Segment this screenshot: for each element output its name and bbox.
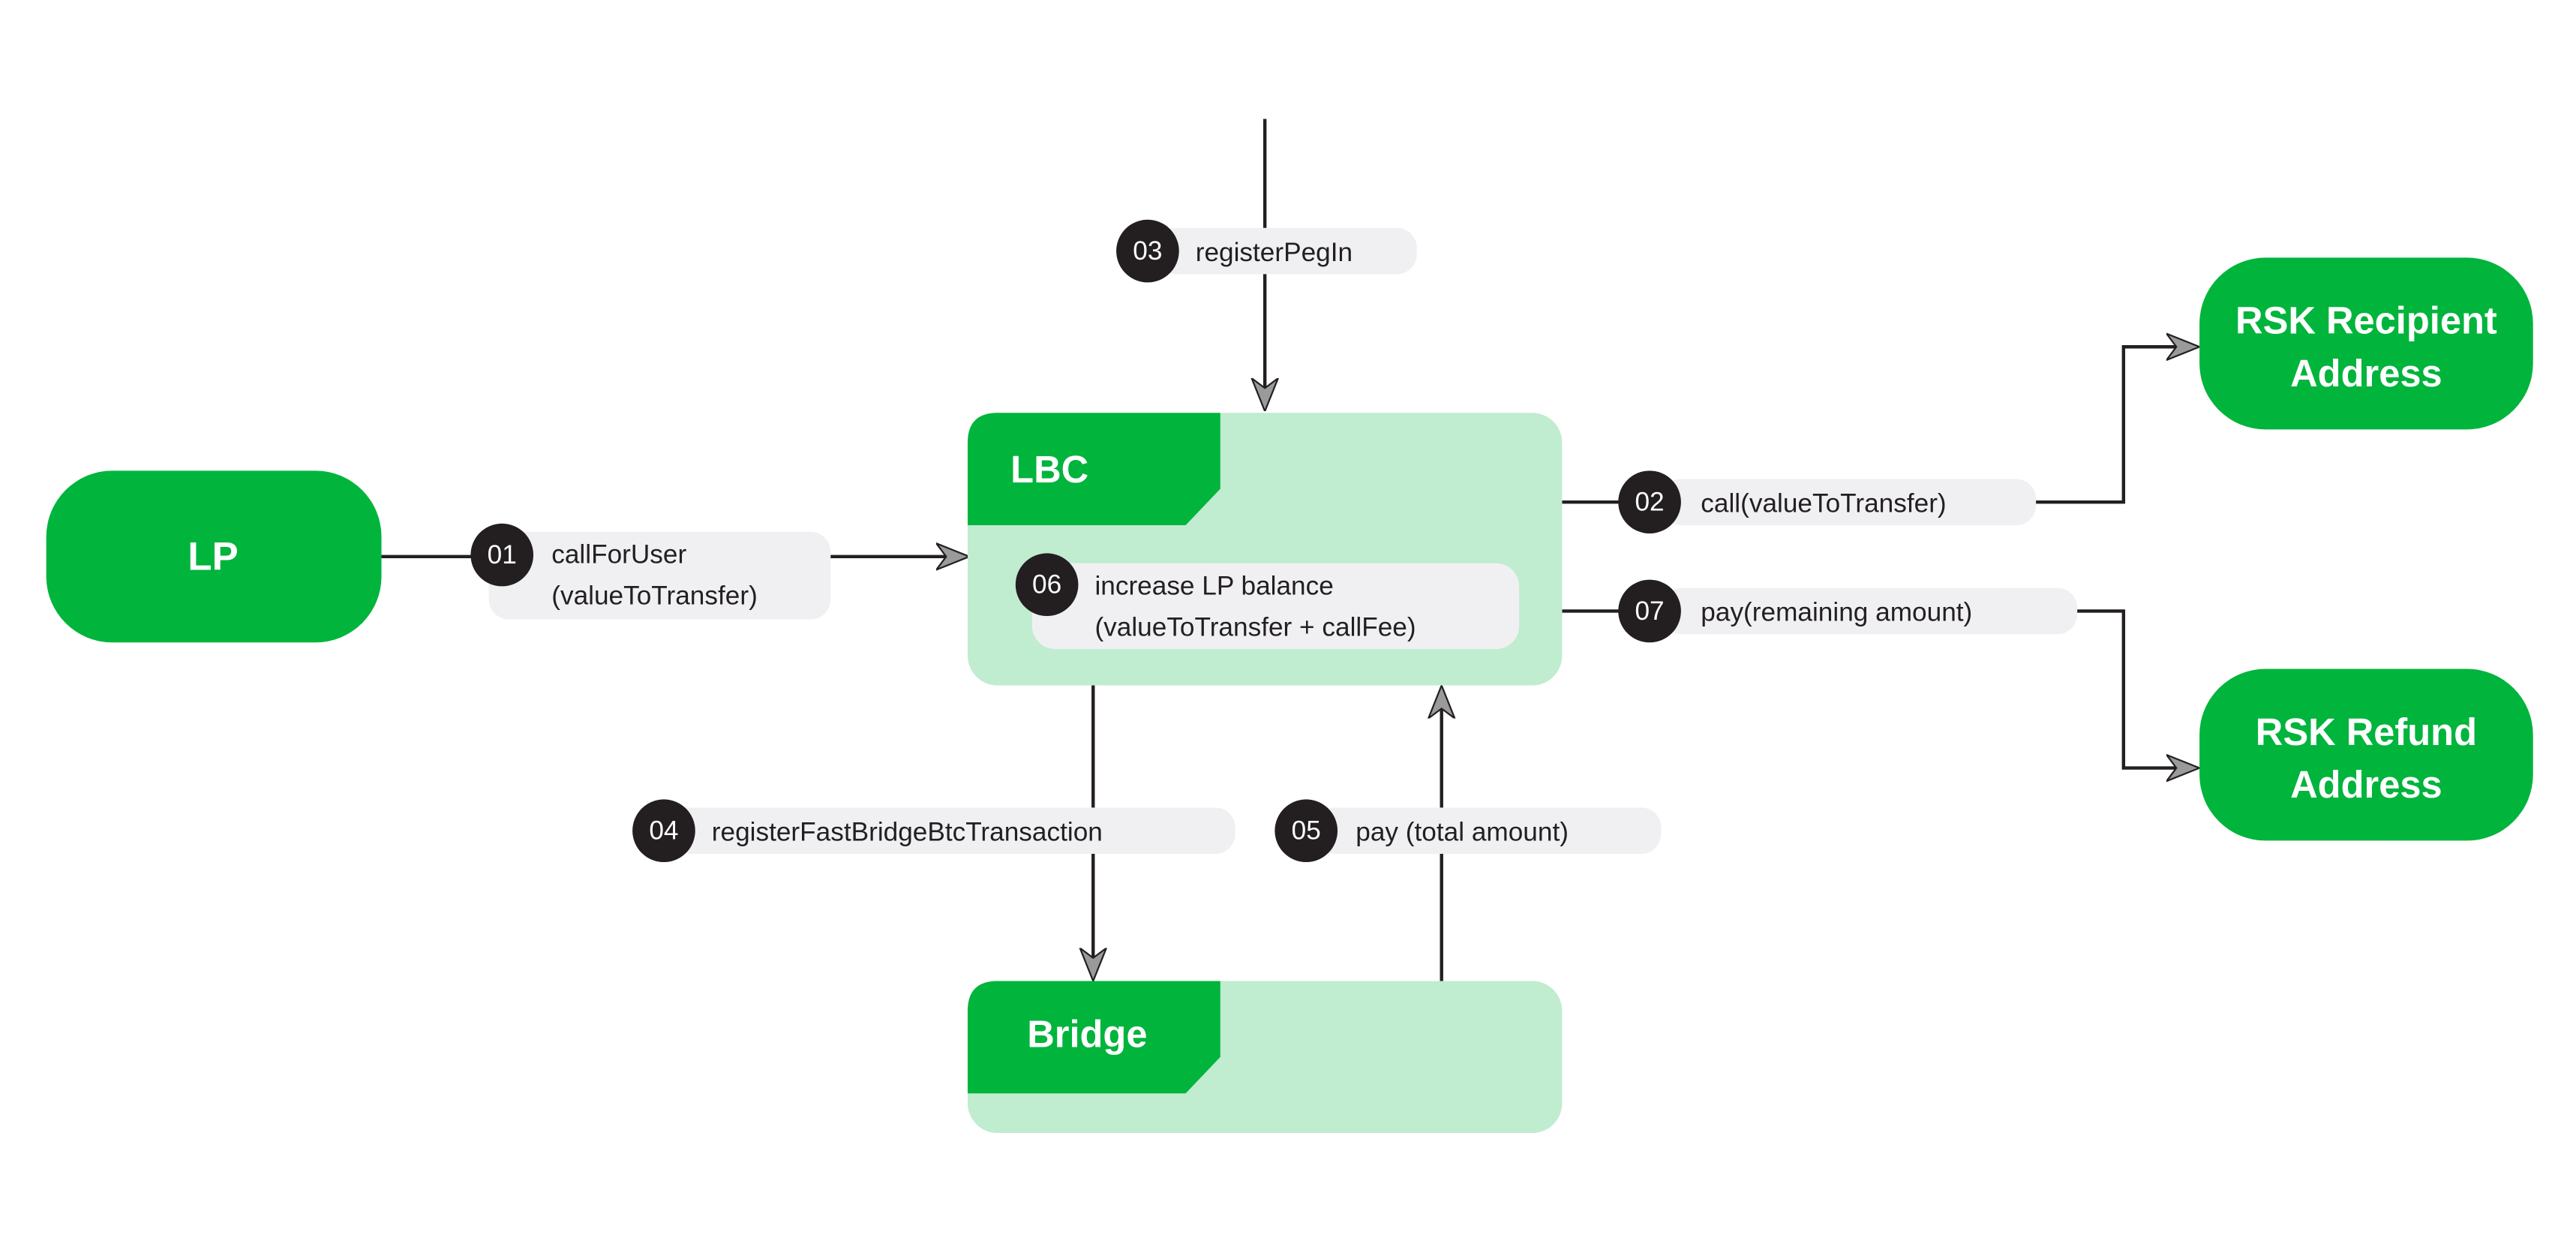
- node-lp-label: LP: [188, 534, 239, 578]
- step-07-label: 07 pay(remaining amount): [1618, 579, 2078, 643]
- step-05-label: 05 pay (total amount): [1274, 799, 1662, 863]
- rsk-recipient-line2: Address: [2290, 352, 2442, 395]
- node-rsk-recipient: RSK Recipient Address: [2199, 257, 2533, 430]
- step-text: pay(remaining amount): [1701, 598, 1972, 627]
- step-03-label: 03 registerPegIn: [1116, 219, 1417, 283]
- step-02-label: 02 call(valueToTransfer): [1618, 470, 2037, 533]
- rsk-refund-box: [2199, 669, 2533, 841]
- lbc-header-tab: [967, 413, 1220, 525]
- step-number: 04: [649, 816, 678, 846]
- step-text-line1: increase LP balance: [1094, 571, 1333, 600]
- rsk-refund-line1: RSK Refund: [2256, 711, 2477, 753]
- rsk-recipient-line1: RSK Recipient: [2235, 299, 2497, 342]
- step-text: pay (total amount): [1356, 817, 1569, 846]
- node-rsk-refund: RSK Refund Address: [2199, 669, 2533, 841]
- rsk-refund-line2: Address: [2290, 763, 2442, 806]
- node-bridge: Bridge: [967, 981, 1563, 1134]
- flow-diagram: LP LBC Bridge RSK Recipient Address RSK …: [46, 119, 2533, 1134]
- node-lbc-label: LBC: [1010, 448, 1088, 491]
- step-06-label: 06 increase LP balance (valueToTransfer …: [1015, 553, 1520, 650]
- step-text: call(valueToTransfer): [1701, 488, 1946, 518]
- step-04-label: 04 registerFastBridgeBtcTransaction: [632, 799, 1235, 863]
- node-lp: LP: [46, 470, 382, 643]
- step-number: 03: [1133, 236, 1162, 266]
- step-number: 07: [1635, 596, 1664, 626]
- step-number: 06: [1032, 570, 1061, 599]
- step-number: 01: [488, 540, 517, 569]
- node-bridge-label: Bridge: [1027, 1013, 1147, 1056]
- step-text-line2: (valueToTransfer): [551, 581, 758, 611]
- step-number: 05: [1292, 816, 1321, 846]
- step-text: registerPegIn: [1196, 238, 1353, 267]
- rsk-recipient-box: [2199, 257, 2533, 430]
- step-01-label: 01 callForUser (valueToTransfer): [470, 523, 831, 620]
- step-text-line2: (valueToTransfer + callFee): [1094, 612, 1416, 642]
- step-text-line1: callForUser: [551, 540, 686, 569]
- step-text: registerFastBridgeBtcTransaction: [712, 817, 1103, 846]
- step-number: 02: [1635, 488, 1664, 517]
